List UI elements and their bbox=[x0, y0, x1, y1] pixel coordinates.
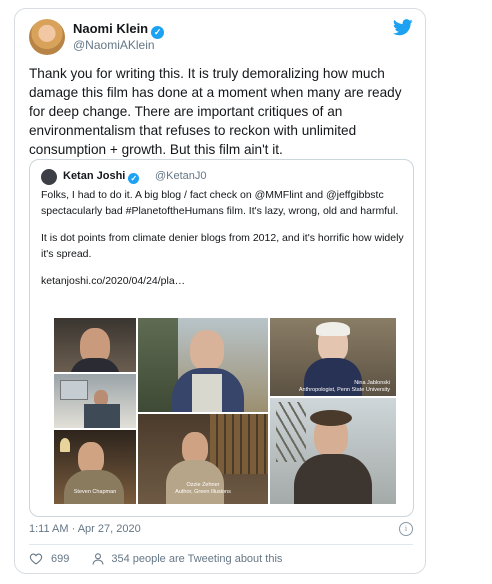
author-avatar[interactable] bbox=[29, 19, 65, 55]
like-count[interactable]: 699 bbox=[51, 553, 69, 565]
caption-nina: Nina Jablonski Anthropologist, Penn Stat… bbox=[298, 380, 390, 393]
quoted-verified-badge-icon: ✓ bbox=[128, 173, 140, 184]
quoted-author-name-text: Ketan Joshi bbox=[63, 170, 126, 182]
quoted-text: Folks, I had to do it. A big blog / fact… bbox=[41, 188, 406, 302]
collage-tile-4 bbox=[138, 318, 268, 412]
tweeting-about-link[interactable]: 354 people are Tweeting about this bbox=[111, 553, 282, 565]
people-icon[interactable] bbox=[91, 553, 105, 565]
twitter-bird-icon[interactable] bbox=[393, 19, 413, 36]
tweet-timestamp[interactable]: 1:11 AM · Apr 27, 2020 bbox=[29, 523, 141, 535]
like-heart-icon[interactable] bbox=[29, 553, 43, 565]
collage-tile-3: Steven Chapman bbox=[54, 430, 136, 504]
tweet-card[interactable]: Naomi Klein ✓ @NaomiAKlein Thank you for … bbox=[14, 8, 426, 574]
collage-tile-1 bbox=[54, 318, 136, 372]
quoted-tweet[interactable]: Ketan Joshi ✓ @KetanJ0 Folks, I had to do… bbox=[29, 159, 414, 517]
caption-steven: Steven Chapman bbox=[73, 489, 117, 495]
quoted-author-avatar bbox=[41, 169, 57, 185]
quoted-image-collage[interactable]: Steven Chapman Ozzie Zehner Author, Gree… bbox=[54, 318, 396, 504]
quoted-paragraph-2: It is dot points from climate denier blo… bbox=[41, 232, 404, 260]
collage-tile-7 bbox=[270, 398, 396, 504]
caption-ozzie: Ozzie Zehner Author, Green Illusions bbox=[175, 482, 231, 495]
author-name[interactable]: Naomi Klein ✓ bbox=[73, 21, 165, 39]
collage-tile-6: Nina Jablonski Anthropologist, Penn Stat… bbox=[270, 318, 396, 396]
tweet-text: Thank you for writing this. It is truly … bbox=[29, 66, 402, 157]
author-handle[interactable]: @NaomiAKlein bbox=[73, 38, 155, 52]
quoted-link[interactable]: ketanjoshi.co/2020/04/24/pla… bbox=[41, 274, 406, 290]
tweet-actions: 699 354 people are Tweeting about this bbox=[29, 553, 282, 565]
collage-tile-2 bbox=[54, 374, 136, 428]
quoted-author-handle: @KetanJ0 bbox=[155, 170, 207, 182]
collage-tile-5: Ozzie Zehner Author, Green Illusions bbox=[138, 414, 268, 504]
quoted-paragraph-1: Folks, I had to do it. A big blog / fact… bbox=[41, 189, 399, 217]
divider bbox=[29, 544, 413, 545]
author-name-text[interactable]: Naomi Klein bbox=[73, 21, 148, 36]
quoted-author-name: Ketan Joshi ✓ bbox=[63, 170, 140, 184]
info-icon[interactable]: i bbox=[399, 522, 413, 536]
